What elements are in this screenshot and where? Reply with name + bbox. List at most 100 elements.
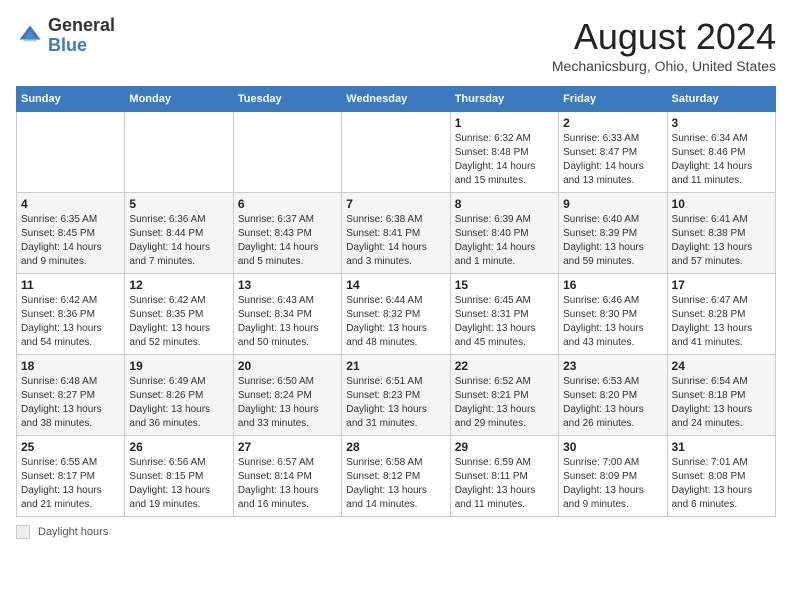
day-info: Sunrise: 6:56 AM Sunset: 8:15 PM Dayligh… (129, 456, 228, 512)
day-number: 26 (129, 440, 228, 454)
day-info: Sunrise: 6:50 AM Sunset: 8:24 PM Dayligh… (238, 375, 337, 431)
day-number: 31 (672, 440, 771, 454)
calendar-cell: 25Sunrise: 6:55 AM Sunset: 8:17 PM Dayli… (17, 436, 125, 517)
calendar-cell: 3Sunrise: 6:34 AM Sunset: 8:46 PM Daylig… (667, 112, 775, 193)
day-info: Sunrise: 6:34 AM Sunset: 8:46 PM Dayligh… (672, 132, 771, 188)
day-info: Sunrise: 6:54 AM Sunset: 8:18 PM Dayligh… (672, 375, 771, 431)
calendar-cell: 1 Sunrise: 6:32 AM Sunset: 8:48 PM Daylig… (450, 112, 558, 193)
day-info: Sunrise: 6:49 AM Sunset: 8:26 PM Dayligh… (129, 375, 228, 431)
day-number: 30 (563, 440, 662, 454)
day-number: 19 (129, 359, 228, 373)
calendar-header: SundayMondayTuesdayWednesdayThursdayFrid… (17, 87, 776, 112)
day-info: Sunrise: 6:46 AM Sunset: 8:30 PM Dayligh… (563, 294, 662, 350)
day-info: Sunrise: 6:59 AM Sunset: 8:11 PM Dayligh… (455, 456, 554, 512)
calendar-cell: 21 Sunrise: 6:51 AM Sunset: 8:23 PM Dayli… (342, 355, 450, 436)
logo-general-text: General (48, 16, 115, 36)
day-number: 11 (21, 278, 120, 292)
calendar-cell: 11 Sunrise: 6:42 AM Sunset: 8:36 PM Dayli… (17, 274, 125, 355)
day-number: 29 (455, 440, 554, 454)
day-number: 12 (129, 278, 228, 292)
day-number: 2 (563, 116, 662, 130)
day-info: Sunrise: 6:36 AM Sunset: 8:44 PM Dayligh… (129, 213, 228, 269)
day-info: Sunrise: 6:33 AM Sunset: 8:47 PM Dayligh… (563, 132, 662, 188)
month-title: August 2024 (552, 16, 776, 58)
day-number: 16 (563, 278, 662, 292)
calendar-cell: 14Sunrise: 6:44 AM Sunset: 8:32 PM Dayli… (342, 274, 450, 355)
day-info: Sunrise: 6:42 AM Sunset: 8:36 PM Dayligh… (21, 294, 120, 350)
day-number: 24 (672, 359, 771, 373)
day-number: 22 (455, 359, 554, 373)
day-number: 8 (455, 197, 554, 211)
day-number: 15 (455, 278, 554, 292)
weekday-header-tuesday: Tuesday (233, 87, 341, 112)
day-info: Sunrise: 6:35 AM Sunset: 8:45 PM Dayligh… (21, 213, 120, 269)
day-number: 5 (129, 197, 228, 211)
week-row-4: 25Sunrise: 6:55 AM Sunset: 8:17 PM Dayli… (17, 436, 776, 517)
legend-area: Daylight hours (16, 525, 776, 539)
day-info: Sunrise: 6:44 AM Sunset: 8:32 PM Dayligh… (346, 294, 445, 350)
legend-label: Daylight hours (38, 526, 108, 538)
calendar-cell: 15 Sunrise: 6:45 AM Sunset: 8:31 PM Dayli… (450, 274, 558, 355)
calendar-cell: 18Sunrise: 6:48 AM Sunset: 8:27 PM Dayli… (17, 355, 125, 436)
day-number: 27 (238, 440, 337, 454)
day-info: Sunrise: 7:00 AM Sunset: 8:09 PM Dayligh… (563, 456, 662, 512)
calendar-cell: 23Sunrise: 6:53 AM Sunset: 8:20 PM Dayli… (559, 355, 667, 436)
day-info: Sunrise: 6:41 AM Sunset: 8:38 PM Dayligh… (672, 213, 771, 269)
day-number: 10 (672, 197, 771, 211)
calendar-cell: 8 Sunrise: 6:39 AM Sunset: 8:40 PM Daylig… (450, 193, 558, 274)
day-info: Sunrise: 6:45 AM Sunset: 8:31 PM Dayligh… (455, 294, 554, 350)
calendar-cell (342, 112, 450, 193)
day-number: 23 (563, 359, 662, 373)
logo-text: General Blue (48, 16, 115, 56)
week-row-2: 11 Sunrise: 6:42 AM Sunset: 8:36 PM Dayli… (17, 274, 776, 355)
day-number: 7 (346, 197, 445, 211)
logo: General Blue (16, 16, 115, 56)
calendar-cell: 2 Sunrise: 6:33 AM Sunset: 8:47 PM Daylig… (559, 112, 667, 193)
day-info: Sunrise: 6:48 AM Sunset: 8:27 PM Dayligh… (21, 375, 120, 431)
weekday-header-monday: Monday (125, 87, 233, 112)
day-info: Sunrise: 6:38 AM Sunset: 8:41 PM Dayligh… (346, 213, 445, 269)
week-row-3: 18Sunrise: 6:48 AM Sunset: 8:27 PM Dayli… (17, 355, 776, 436)
day-info: Sunrise: 6:55 AM Sunset: 8:17 PM Dayligh… (21, 456, 120, 512)
weekday-header-sunday: Sunday (17, 87, 125, 112)
calendar-cell: 12 Sunrise: 6:42 AM Sunset: 8:35 PM Dayli… (125, 274, 233, 355)
weekday-header-friday: Friday (559, 87, 667, 112)
day-info: Sunrise: 6:40 AM Sunset: 8:39 PM Dayligh… (563, 213, 662, 269)
calendar-cell: 19 Sunrise: 6:49 AM Sunset: 8:26 PM Dayli… (125, 355, 233, 436)
calendar-cell (125, 112, 233, 193)
day-number: 6 (238, 197, 337, 211)
day-info: Sunrise: 6:42 AM Sunset: 8:35 PM Dayligh… (129, 294, 228, 350)
calendar-cell: 17Sunrise: 6:47 AM Sunset: 8:28 PM Dayli… (667, 274, 775, 355)
calendar-cell: 24 Sunrise: 6:54 AM Sunset: 8:18 PM Dayli… (667, 355, 775, 436)
day-number: 17 (672, 278, 771, 292)
calendar-cell: 6Sunrise: 6:37 AM Sunset: 8:43 PM Daylig… (233, 193, 341, 274)
day-number: 20 (238, 359, 337, 373)
day-info: Sunrise: 6:57 AM Sunset: 8:14 PM Dayligh… (238, 456, 337, 512)
day-number: 4 (21, 197, 120, 211)
day-number: 21 (346, 359, 445, 373)
calendar-cell: 16 Sunrise: 6:46 AM Sunset: 8:30 PM Dayli… (559, 274, 667, 355)
day-number: 9 (563, 197, 662, 211)
week-row-0: 1 Sunrise: 6:32 AM Sunset: 8:48 PM Daylig… (17, 112, 776, 193)
day-info: Sunrise: 6:58 AM Sunset: 8:12 PM Dayligh… (346, 456, 445, 512)
weekday-header-saturday: Saturday (667, 87, 775, 112)
title-area: August 2024 Mechanicsburg, Ohio, United … (552, 16, 776, 74)
calendar-cell: 10 Sunrise: 6:41 AM Sunset: 8:38 PM Dayli… (667, 193, 775, 274)
calendar-cell: 4 Sunrise: 6:35 AM Sunset: 8:45 PM Daylig… (17, 193, 125, 274)
day-number: 1 (455, 116, 554, 130)
day-info: Sunrise: 6:39 AM Sunset: 8:40 PM Dayligh… (455, 213, 554, 269)
day-info: Sunrise: 6:51 AM Sunset: 8:23 PM Dayligh… (346, 375, 445, 431)
calendar-cell: 5 Sunrise: 6:36 AM Sunset: 8:44 PM Daylig… (125, 193, 233, 274)
day-info: Sunrise: 6:43 AM Sunset: 8:34 PM Dayligh… (238, 294, 337, 350)
calendar-body: 1 Sunrise: 6:32 AM Sunset: 8:48 PM Daylig… (17, 112, 776, 517)
day-number: 13 (238, 278, 337, 292)
day-info: Sunrise: 7:01 AM Sunset: 8:08 PM Dayligh… (672, 456, 771, 512)
week-row-1: 4 Sunrise: 6:35 AM Sunset: 8:45 PM Daylig… (17, 193, 776, 274)
day-info: Sunrise: 6:52 AM Sunset: 8:21 PM Dayligh… (455, 375, 554, 431)
calendar-cell: 30 Sunrise: 7:00 AM Sunset: 8:09 PM Dayli… (559, 436, 667, 517)
calendar-cell: 22 Sunrise: 6:52 AM Sunset: 8:21 PM Dayli… (450, 355, 558, 436)
calendar-cell (17, 112, 125, 193)
day-info: Sunrise: 6:32 AM Sunset: 8:48 PM Dayligh… (455, 132, 554, 188)
calendar-cell: 13 Sunrise: 6:43 AM Sunset: 8:34 PM Dayli… (233, 274, 341, 355)
weekday-header-wednesday: Wednesday (342, 87, 450, 112)
